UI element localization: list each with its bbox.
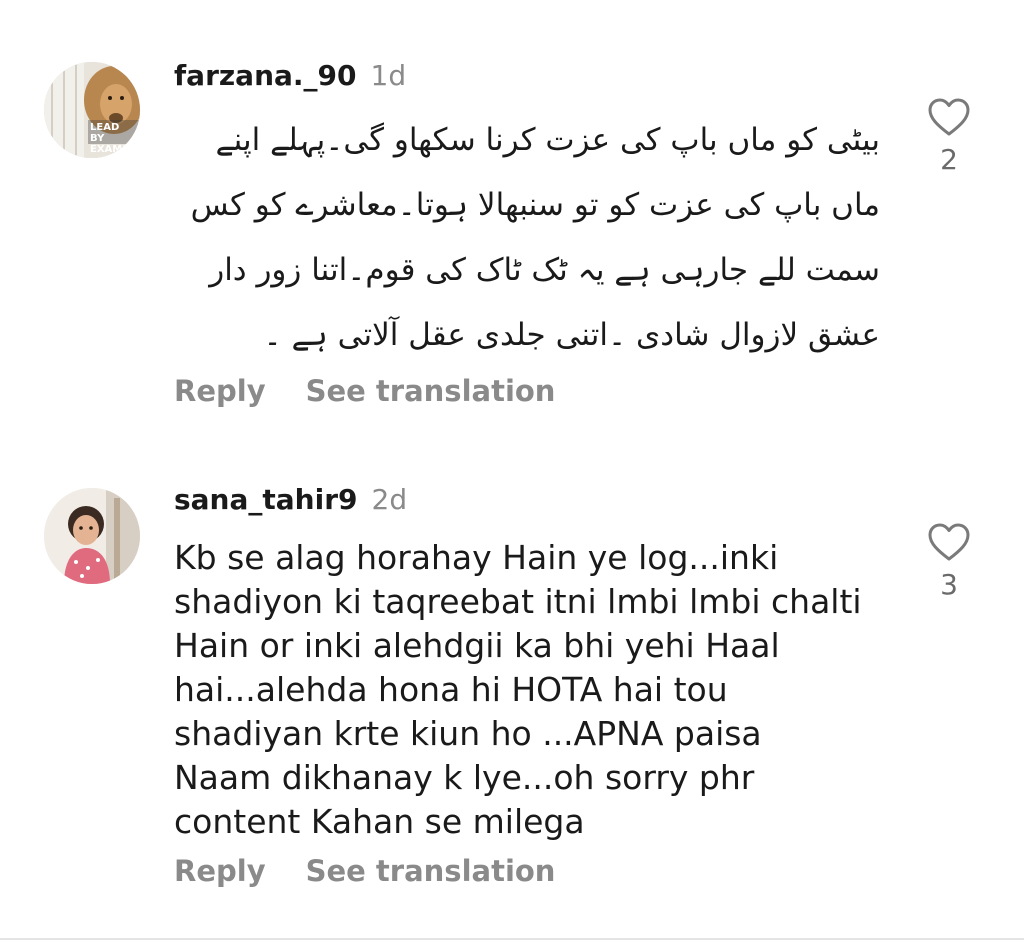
comment-actions: Reply See translation [174, 374, 555, 408]
comment-text-line: Naam dikhanay k lye...oh sorry phr [174, 758, 755, 797]
username[interactable]: farzana._90 [174, 59, 357, 92]
avatar[interactable]: LEAD BY EXAMPL [44, 62, 140, 158]
comment-header: farzana._90 1d [174, 58, 406, 94]
like-count: 3 [940, 568, 958, 601]
comment-text: بیٹی کو ماں باپ کی عزت کرنا سکھاو گی۔پہل… [172, 108, 880, 368]
heart-icon[interactable] [927, 97, 971, 137]
comment-text-line: shadiyon ki taqreebat itni lmbi lmbi cha… [174, 582, 862, 621]
like-control: 3 [919, 522, 979, 601]
username[interactable]: sana_tahir9 [174, 483, 358, 516]
comment-text-line: hai...alehda hona hi HOTA hai tou [174, 670, 728, 709]
comment-text-line: Kb se alag horahay Hain ye log...inki [174, 538, 779, 577]
comment-actions: Reply See translation [174, 854, 555, 888]
comment-text-line: عشق لازوال شادی ۔اتنی جلدی عقل آلاتی ہے … [263, 317, 880, 353]
comment-item: LEAD BY EXAMPL farzana._90 1d بیٹی کو ماں… [0, 0, 1024, 440]
reply-button[interactable]: Reply [174, 854, 266, 888]
comment-text-line: shadiyan krte kiun ho ...APNA paisa [174, 714, 762, 753]
child-photo-avatar-image [44, 488, 140, 584]
like-control: 2 [919, 97, 979, 176]
timestamp: 2d [371, 483, 408, 516]
heart-icon[interactable] [927, 522, 971, 562]
see-translation-button[interactable]: See translation [306, 854, 556, 888]
timestamp: 1d [370, 59, 407, 92]
like-count: 2 [940, 143, 958, 176]
comment-header: sana_tahir9 2d [174, 482, 407, 518]
comment-text-line: بیٹی کو ماں باپ کی عزت کرنا سکھاو گی۔پہل… [215, 122, 880, 158]
avatar[interactable] [44, 488, 140, 584]
comment-item: sana_tahir9 2d Kb se alag horahay Hain ye… [0, 440, 1024, 938]
comment-text-line: content Kahan se milega [174, 802, 585, 841]
comment-text: Kb se alag horahay Hain ye log...inki sh… [174, 536, 904, 844]
comment-text-line: ماں باپ کی عزت کو تو سنبھالا ہوتا۔معاشرے… [190, 187, 880, 223]
divider [0, 938, 1024, 940]
see-translation-button[interactable]: See translation [306, 374, 556, 408]
comment-text-line: Hain or inki alehdgii ka bhi yehi Haal [174, 626, 780, 665]
reply-button[interactable]: Reply [174, 374, 266, 408]
comment-text-line: سمت للے جارہی ہے یہ ٹک ٹاک کی قوم۔اتنا ز… [209, 252, 880, 288]
avatar-caption: LEAD BY EXAMPL [90, 122, 136, 155]
